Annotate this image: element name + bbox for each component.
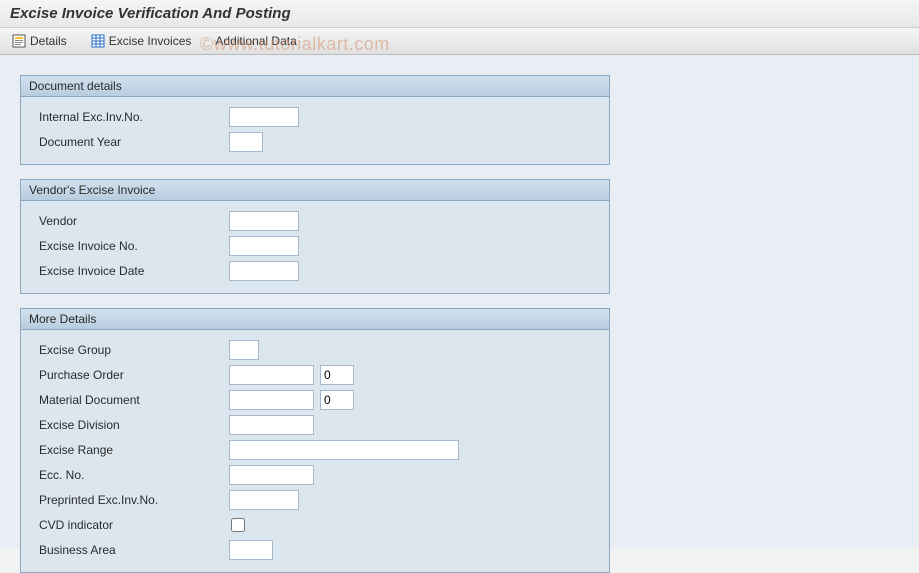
group-body-vendor: Vendor Excise Invoice No. Excise Invoice… [21,201,609,293]
title-bar: Excise Invoice Verification And Posting [0,0,919,28]
details-icon [12,34,26,48]
group-header-more: More Details [21,309,609,330]
input-vendor[interactable] [229,211,299,231]
input-po[interactable] [229,365,314,385]
group-header-vendor: Vendor's Excise Invoice [21,180,609,201]
label-preprinted: Preprinted Exc.Inv.No. [39,493,229,507]
label-mat-doc: Material Document [39,393,229,407]
input-mat-doc[interactable] [229,390,314,410]
group-header-doc: Document details [21,76,609,97]
label-range: Excise Range [39,443,229,457]
input-po-item[interactable] [320,365,354,385]
label-excise-group: Excise Group [39,343,229,357]
label-vendor: Vendor [39,214,229,228]
label-po: Purchase Order [39,368,229,382]
details-label: Details [30,34,67,48]
input-internal-no[interactable] [229,107,299,127]
input-excise-no[interactable] [229,236,299,256]
label-biz-area: Business Area [39,543,229,557]
checkbox-cvd[interactable] [231,518,245,532]
input-preprinted[interactable] [229,490,299,510]
field-row: Internal Exc.Inv.No. [39,106,599,128]
page-title: Excise Invoice Verification And Posting [10,5,909,22]
additional-label: Additional Data [215,34,296,48]
input-division[interactable] [229,415,314,435]
field-row: Business Area [39,539,599,561]
label-excise-no: Excise Invoice No. [39,239,229,253]
label-doc-year: Document Year [39,135,229,149]
field-row: Excise Division [39,414,599,436]
additional-data-button[interactable]: Additional Data [209,32,302,50]
label-excise-date: Excise Invoice Date [39,264,229,278]
field-row: Material Document [39,389,599,411]
excise-invoices-button[interactable]: Excise Invoices [85,32,198,50]
field-row: Excise Invoice No. [39,235,599,257]
input-ecc[interactable] [229,465,314,485]
label-ecc: Ecc. No. [39,468,229,482]
group-body-doc: Internal Exc.Inv.No. Document Year [21,97,609,164]
group-more-details: More Details Excise Group Purchase Order… [20,308,610,573]
field-row: Vendor [39,210,599,232]
field-row: Ecc. No. [39,464,599,486]
details-button[interactable]: Details [6,32,73,50]
input-biz-area[interactable] [229,540,273,560]
input-excise-date[interactable] [229,261,299,281]
label-division: Excise Division [39,418,229,432]
field-row: Preprinted Exc.Inv.No. [39,489,599,511]
field-row: CVD indicator [39,514,599,536]
input-range[interactable] [229,440,459,460]
group-vendor-invoice: Vendor's Excise Invoice Vendor Excise In… [20,179,610,294]
input-doc-year[interactable] [229,132,263,152]
invoices-label: Excise Invoices [109,34,192,48]
group-body-more: Excise Group Purchase Order Material Doc… [21,330,609,572]
field-row: Document Year [39,131,599,153]
label-internal-no: Internal Exc.Inv.No. [39,110,229,124]
input-mat-item[interactable] [320,390,354,410]
field-row: Excise Range [39,439,599,461]
field-row: Excise Group [39,339,599,361]
invoices-icon [91,34,105,48]
label-cvd: CVD indicator [39,518,229,532]
content-area: Document details Internal Exc.Inv.No. Do… [0,55,919,548]
input-excise-group[interactable] [229,340,259,360]
toolbar: Details Excise Invoices Additional Data [0,28,919,55]
field-row: Purchase Order [39,364,599,386]
group-document-details: Document details Internal Exc.Inv.No. Do… [20,75,610,165]
field-row: Excise Invoice Date [39,260,599,282]
